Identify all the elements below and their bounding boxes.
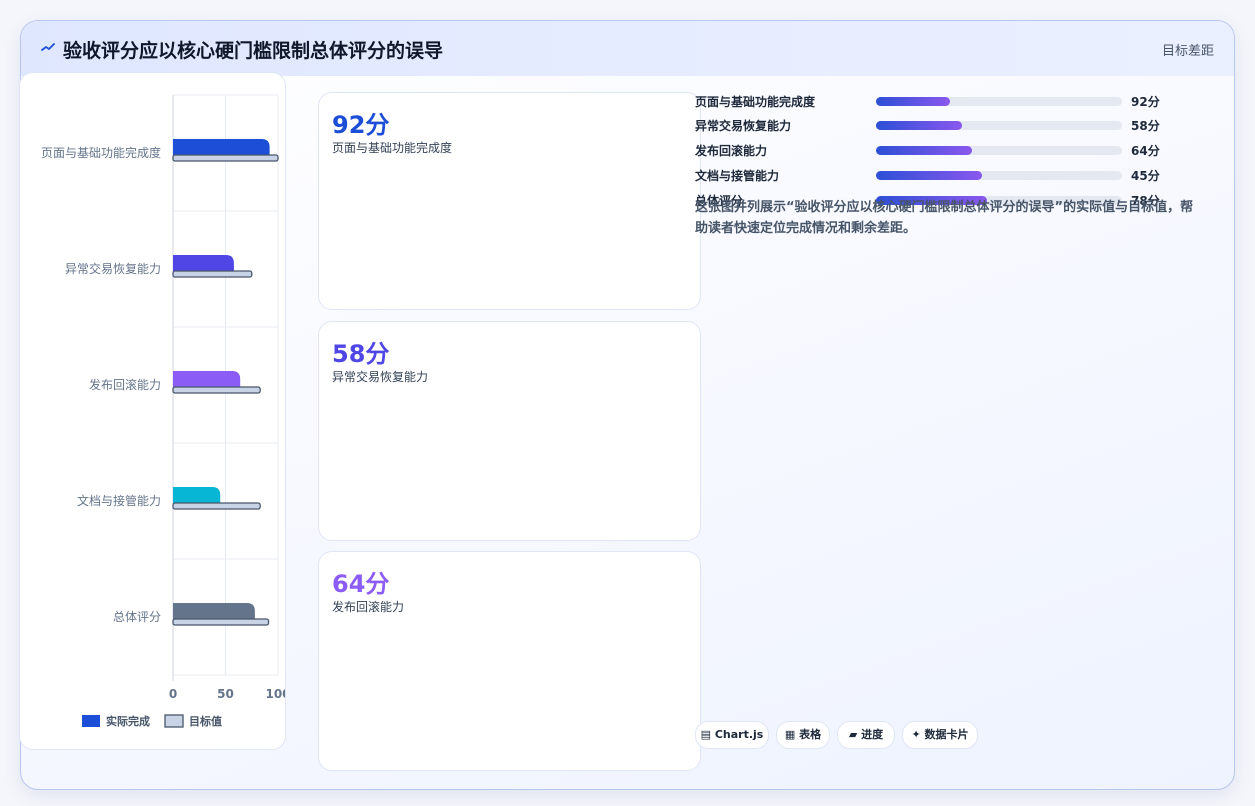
stat-card-value: 92分 — [332, 111, 390, 139]
progress-track — [876, 97, 1122, 106]
bar-target — [172, 386, 261, 394]
category-label: 异常交易恢复能力 — [65, 261, 161, 276]
stat-card: 92分 页面与基础功能完成度 — [318, 92, 701, 310]
progress-value: 92分 — [1131, 95, 1160, 109]
legend-label-actual: 实际完成 — [106, 714, 150, 728]
header-bar: 验收评分应以核心硬门槛限制总体评分的误导 目标差距 — [21, 21, 1234, 76]
stat-card-value: 58分 — [332, 340, 390, 368]
progress-track — [876, 146, 1122, 155]
progress-value: 58分 — [1131, 119, 1160, 133]
progress-label: 文档与接管能力 — [695, 169, 780, 183]
bar-chart-panel: 页面与基础功能完成度异常交易恢复能力发布回滚能力文档与接管能力总体评分 0 50 10… — [19, 72, 286, 750]
progress-label: 页面与基础功能完成度 — [695, 95, 816, 109]
progress-fill — [876, 171, 982, 180]
bar-target — [172, 502, 261, 510]
category-label: 文档与接管能力 — [77, 493, 161, 508]
legend-label-target: 目标值 — [189, 714, 222, 728]
x-tick-label: 50 — [217, 687, 234, 701]
chip-table[interactable]: ▦ 表格 — [776, 721, 830, 749]
bar-target — [172, 270, 253, 278]
x-tick-label: 100 — [265, 687, 285, 701]
progress-track — [876, 121, 1122, 130]
legend-swatch-target — [164, 714, 184, 728]
bar-target — [172, 618, 270, 626]
category-label: 总体评分 — [113, 610, 161, 624]
progress-row: 文档与接管能力 45分 — [695, 166, 1195, 186]
stat-card: 64分 发布回滚能力 — [318, 551, 701, 771]
progress-row: 发布回滚能力 64分 — [695, 141, 1195, 161]
stat-card-label: 异常交易恢复能力 — [332, 370, 429, 384]
progress-label: 异常交易恢复能力 — [695, 119, 792, 133]
progress-label: 发布回滚能力 — [695, 144, 768, 158]
progress-fill — [876, 121, 963, 130]
bar-target — [172, 154, 279, 162]
category-label: 页面与基础功能完成度 — [41, 145, 161, 160]
progress-fill — [876, 146, 972, 155]
progress-track — [876, 171, 1122, 180]
bar-chart: 页面与基础功能完成度异常交易恢复能力发布回滚能力文档与接管能力总体评分 0 50 10… — [41, 94, 285, 728]
description-text: 这张图并列展示“验收评分应以核心硬门槛限制总体评分的误导”的实际值与目标值，帮助… — [695, 200, 1194, 236]
trend-line-icon — [41, 43, 55, 51]
stat-card-label: 发布回滚能力 — [332, 600, 405, 614]
legend-swatch-actual — [82, 715, 100, 727]
category-label: 发布回滚能力 — [89, 377, 161, 392]
progress-row: 页面与基础功能完成度 92分 — [695, 92, 1195, 112]
page-title: 验收评分应以核心硬门槛限制总体评分的误导 — [63, 40, 444, 62]
progress-value: 45分 — [1131, 169, 1160, 183]
chip-chartjs[interactable]: ▤ Chart.js — [695, 721, 769, 749]
stat-card-label: 页面与基础功能完成度 — [332, 141, 453, 155]
x-tick-label: 0 — [169, 687, 177, 701]
progress-fill — [876, 97, 950, 106]
stat-card-value: 64分 — [332, 570, 390, 598]
stat-card: 58分 异常交易恢复能力 — [318, 321, 701, 541]
chip-data-card[interactable]: ✦ 数据卡片 — [902, 721, 978, 749]
chip-progress[interactable]: ▰ 进度 — [837, 721, 895, 749]
progress-value: 64分 — [1131, 144, 1160, 158]
header-tag: 目标差距 — [1161, 44, 1214, 59]
progress-row: 异常交易恢复能力 58分 — [695, 116, 1195, 136]
